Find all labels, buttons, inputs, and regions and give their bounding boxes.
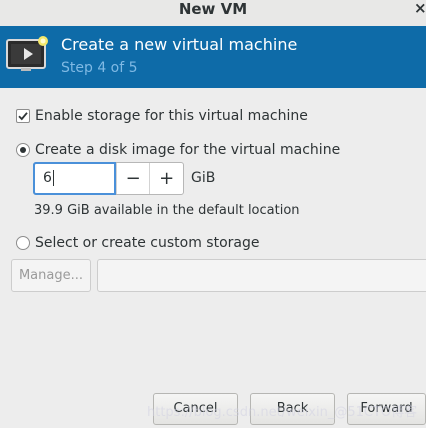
decrement-button[interactable]: − — [115, 163, 150, 194]
enable-storage-row[interactable]: Enable storage for this virtual machine — [16, 108, 308, 124]
custom-storage-row[interactable]: Select or create custom storage — [16, 235, 260, 251]
create-disk-label: Create a disk image for the virtual mach… — [35, 142, 341, 158]
window-title: New VM — [178, 0, 248, 18]
disk-size-spinbutton[interactable]: 6 − + — [33, 162, 184, 195]
custom-storage-radio[interactable] — [16, 236, 30, 250]
forward-button[interactable]: Forward — [347, 393, 426, 425]
increment-button[interactable]: + — [149, 163, 183, 194]
cancel-button[interactable]: Cancel — [153, 393, 238, 425]
disk-size-value: 6 — [43, 170, 52, 186]
enable-storage-checkbox[interactable] — [16, 109, 30, 123]
title-bar: New VM × — [0, 0, 426, 27]
create-disk-row[interactable]: Create a disk image for the virtual mach… — [16, 142, 340, 158]
wizard-step: Step 4 of 5 — [61, 60, 138, 76]
checkmark-icon — [18, 112, 28, 121]
custom-storage-path-input — [97, 259, 426, 292]
size-unit-label: GiB — [191, 170, 216, 186]
disk-size-input[interactable]: 6 — [33, 162, 116, 195]
wizard-heading: Create a new virtual machine — [61, 35, 298, 54]
create-disk-radio[interactable] — [16, 143, 30, 157]
enable-storage-label: Enable storage for this virtual machine — [35, 108, 308, 124]
text-caret — [52, 170, 54, 186]
radio-selected-dot — [20, 147, 26, 153]
back-button[interactable]: Back — [250, 393, 335, 425]
close-icon[interactable]: × — [414, 0, 426, 18]
wizard-banner: Create a new virtual machine Step 4 of 5 — [0, 26, 426, 88]
manage-button: Manage... — [11, 259, 91, 292]
custom-storage-label: Select or create custom storage — [35, 235, 260, 251]
available-space-text: 39.9 GiB available in the default locati… — [34, 203, 300, 218]
vm-display-icon — [6, 36, 48, 71]
new-vm-dialog: New VM × Create a new virtual machine St… — [0, 0, 426, 428]
